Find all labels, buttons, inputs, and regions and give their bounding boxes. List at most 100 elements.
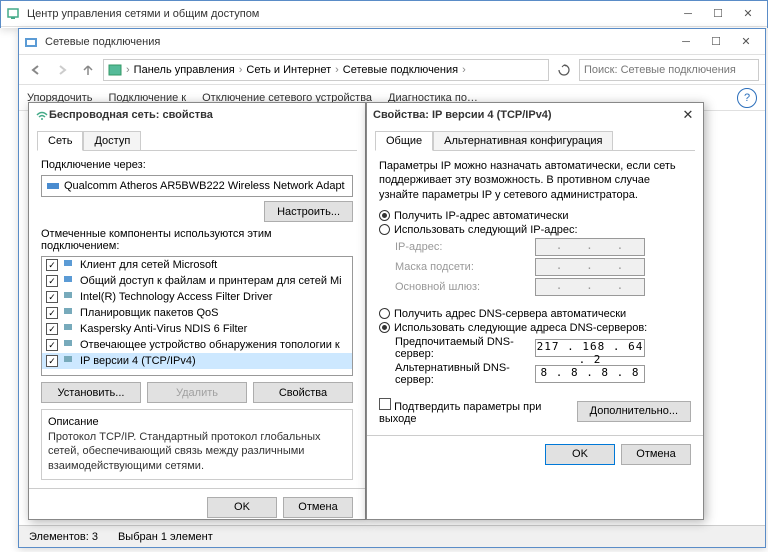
radio-icon[interactable] (379, 322, 390, 333)
chevron-right-icon: › (335, 64, 339, 76)
tab-alt-config[interactable]: Альтернативная конфигурация (433, 131, 613, 150)
configure-button[interactable]: Настроить... (264, 201, 353, 222)
explorer-title: Сетевые подключения (45, 36, 671, 48)
description-text: Протокол TCP/IP. Стандартный протокол гл… (48, 430, 346, 473)
list-item[interactable]: ✓Intel(R) Technology Access Filter Drive… (42, 289, 352, 305)
gateway-input: . . . (535, 278, 645, 296)
adapter-dialog-body: Подключение через: Qualcomm Atheros AR5B… (29, 151, 365, 488)
components-list[interactable]: ✓Клиент для сетей Microsoft ✓Общий досту… (41, 256, 353, 376)
dns-alt-input[interactable]: 8 . 8 . 8 . 8 (535, 365, 645, 383)
install-button[interactable]: Установить... (41, 382, 141, 403)
maximize-button[interactable]: ☐ (701, 32, 731, 52)
tab-access[interactable]: Доступ (83, 131, 141, 150)
radio-dns-manual[interactable]: Использовать следующие адреса DNS-сервер… (379, 322, 691, 334)
subnet-mask-input: . . . (535, 258, 645, 276)
ip-address-label: IP-адрес: (395, 241, 535, 253)
connect-via-label: Подключение через: (41, 159, 353, 171)
chevron-right-icon: › (462, 64, 466, 76)
chevron-right-icon: › (126, 64, 130, 76)
help-button[interactable]: ? (737, 88, 757, 108)
ok-button[interactable]: OK (207, 497, 277, 518)
share-icon (62, 274, 76, 288)
adapter-tabs: Сеть Доступ (37, 131, 357, 151)
list-item[interactable]: ✓Kaspersky Anti-Virus NDIS 6 Filter (42, 321, 352, 337)
ok-button[interactable]: OK (545, 444, 615, 465)
dns-preferred-label: Предпочитаемый DNS-сервер: (395, 336, 535, 360)
breadcrumb[interactable]: › Панель управления › Сеть и Интернет › … (103, 59, 549, 81)
client-icon (62, 258, 76, 272)
list-item[interactable]: ✓Клиент для сетей Microsoft (42, 257, 352, 273)
protocol-icon (62, 354, 76, 368)
checkbox-icon[interactable]: ✓ (46, 323, 58, 335)
search-input[interactable]: Поиск: Сетевые подключения (579, 59, 759, 81)
checkbox-icon[interactable]: ✓ (46, 259, 58, 271)
checkbox-icon[interactable] (379, 398, 391, 410)
parent-title: Центр управления сетями и общим доступом (27, 8, 673, 20)
adapter-name-box: Qualcomm Atheros AR5BWB222 Wireless Netw… (41, 175, 353, 197)
cancel-button[interactable]: Отмена (621, 444, 691, 465)
radio-icon[interactable] (379, 210, 390, 221)
minimize-button[interactable]: ─ (673, 4, 703, 24)
explorer-titlebar: Сетевые подключения ─ ☐ ✕ (19, 29, 765, 55)
minimize-button[interactable]: ─ (671, 32, 701, 52)
network-center-icon (5, 6, 21, 22)
control-panel-icon (108, 63, 122, 77)
adapter-dialog-footer: OK Отмена (29, 488, 365, 526)
tab-network[interactable]: Сеть (37, 131, 83, 151)
description-title: Описание (48, 416, 346, 428)
list-item[interactable]: ✓Отвечающее устройство обнаружения топол… (42, 337, 352, 353)
properties-button[interactable]: Свойства (253, 382, 353, 403)
qos-icon (62, 306, 76, 320)
filter-icon (62, 322, 76, 336)
close-button[interactable]: ✕ (731, 32, 761, 52)
advanced-button[interactable]: Дополнительно... (577, 401, 691, 422)
explorer-toolbar: › Панель управления › Сеть и Интернет › … (19, 55, 765, 85)
ipv4-dialog-titlebar: Свойства: IP версии 4 (TCP/IPv4) ✕ (367, 103, 703, 127)
forward-button[interactable] (51, 59, 73, 81)
list-item[interactable]: ✓Общий доступ к файлам и принтерам для с… (42, 273, 352, 289)
back-button[interactable] (25, 59, 47, 81)
radio-dns-auto[interactable]: Получить адрес DNS-сервера автоматически (379, 308, 691, 320)
ipv4-dialog-body: Параметры IP можно назначать автоматичес… (367, 151, 703, 435)
components-label: Отмеченные компоненты используются этим … (41, 228, 353, 252)
dns-preferred-input[interactable]: 217 . 168 . 64 . 2 (535, 339, 645, 357)
cancel-button[interactable]: Отмена (283, 497, 353, 518)
ipv4-dialog-title: Свойства: IP версии 4 (TCP/IPv4) (373, 109, 679, 121)
ipv4-properties-dialog: Свойства: IP версии 4 (TCP/IPv4) ✕ Общие… (366, 102, 704, 520)
up-button[interactable] (77, 59, 99, 81)
status-selected: Выбран 1 элемент (118, 531, 213, 543)
description-box: Описание Протокол TCP/IP. Стандартный пр… (41, 409, 353, 480)
checkbox-icon[interactable]: ✓ (46, 275, 58, 287)
close-button[interactable]: ✕ (733, 4, 763, 24)
breadcrumb-item[interactable]: Сеть и Интернет (246, 64, 331, 76)
adapter-dialog-titlebar: Беспроводная сеть: свойства (29, 103, 365, 127)
remove-button: Удалить (147, 382, 247, 403)
list-item-selected[interactable]: ✓IP версии 4 (TCP/IPv4) (42, 353, 352, 369)
radio-ip-manual[interactable]: Использовать следующий IP-адрес: (379, 224, 691, 236)
breadcrumb-item[interactable]: Панель управления (134, 64, 235, 76)
checkbox-icon[interactable]: ✓ (46, 307, 58, 319)
gateway-label: Основной шлюз: (395, 281, 535, 293)
refresh-button[interactable] (553, 59, 575, 81)
checkbox-icon[interactable]: ✓ (46, 291, 58, 303)
parent-titlebar: Центр управления сетями и общим доступом… (1, 1, 767, 27)
maximize-button[interactable]: ☐ (703, 4, 733, 24)
radio-ip-auto[interactable]: Получить IP-адрес автоматически (379, 210, 691, 222)
radio-icon[interactable] (379, 224, 390, 235)
driver-icon (62, 290, 76, 304)
adapter-name: Qualcomm Atheros AR5BWB222 Wireless Netw… (64, 180, 345, 192)
checkbox-icon[interactable]: ✓ (46, 339, 58, 351)
adapter-properties-dialog: Беспроводная сеть: свойства Сеть Доступ … (28, 102, 366, 520)
wifi-icon (35, 108, 49, 122)
validate-checkbox[interactable]: Подтвердить параметры при выходе (379, 398, 577, 425)
radio-icon[interactable] (379, 308, 390, 319)
close-icon[interactable]: ✕ (679, 106, 697, 124)
tab-general[interactable]: Общие (375, 131, 433, 151)
breadcrumb-item[interactable]: Сетевые подключения (343, 64, 458, 76)
list-item[interactable]: ✓Планировщик пакетов QoS (42, 305, 352, 321)
status-item-count: Элементов: 3 (29, 531, 98, 543)
ipv4-dialog-footer: OK Отмена (367, 435, 703, 473)
subnet-mask-label: Маска подсети: (395, 261, 535, 273)
checkbox-icon[interactable]: ✓ (46, 355, 58, 367)
parent-window: Центр управления сетями и общим доступом… (0, 0, 768, 28)
